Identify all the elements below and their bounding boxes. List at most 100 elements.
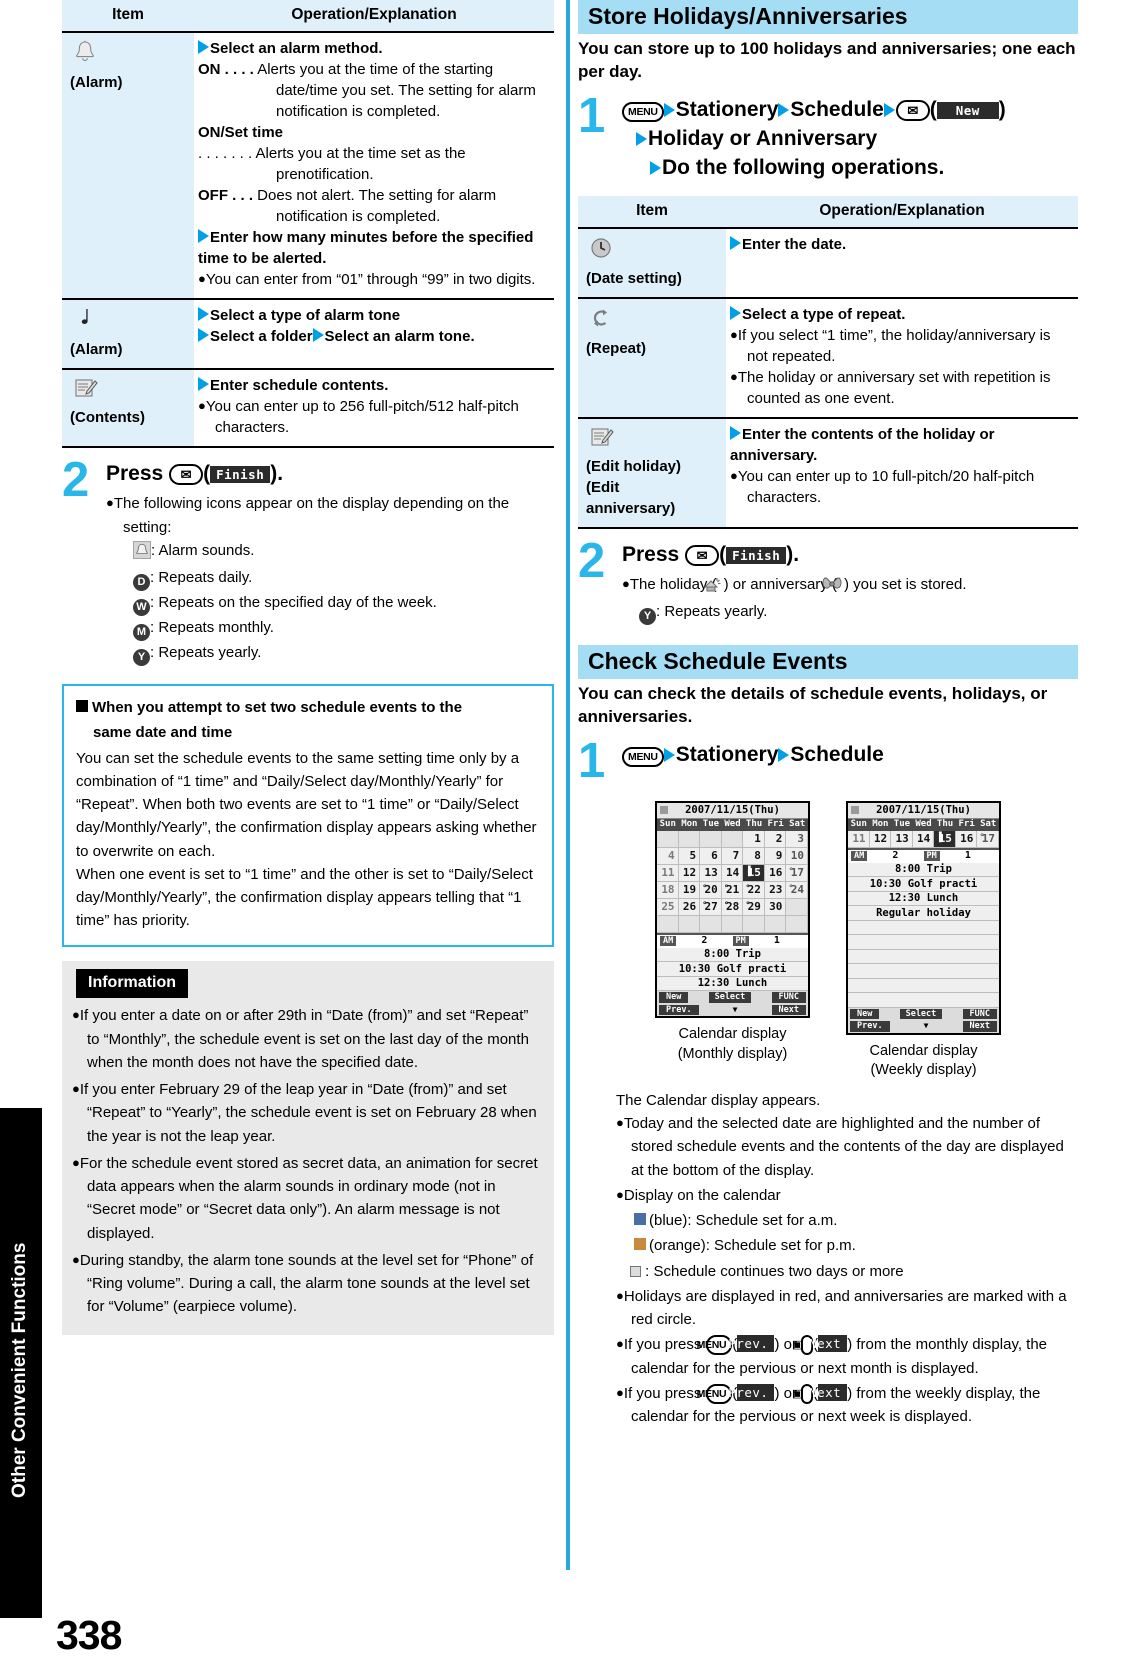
dow-fri: Fri xyxy=(767,819,784,830)
calendar-cell-empty[interactable] xyxy=(678,915,701,933)
calendar-cell[interactable]: ° 21 xyxy=(721,881,744,899)
calendar-cell[interactable]: ° 24 xyxy=(786,881,808,899)
bullet-dot: ● xyxy=(72,1251,80,1267)
softkey-prev[interactable]: Prev. xyxy=(659,1004,699,1016)
softkey-func[interactable]: FUNC xyxy=(962,1008,997,1020)
operation-cell-alarm-tone: Select a type of alarm tone Select a fol… xyxy=(194,299,554,370)
calendar-cell[interactable]: 14 xyxy=(721,864,744,882)
calendar-cell[interactable]: ° 17 xyxy=(977,830,999,848)
calendar-cell[interactable]: 10 xyxy=(786,847,808,865)
holiday-or-anniversary[interactable]: Holiday or Anniversary xyxy=(648,127,877,150)
softkey-new[interactable]: New xyxy=(659,992,689,1003)
softkey-next[interactable]: Next xyxy=(962,1021,997,1032)
op-term: ON/Set time xyxy=(198,124,284,141)
calendar-cell-empty[interactable] xyxy=(657,915,679,933)
crumb-schedule[interactable]: Schedule xyxy=(790,98,883,121)
calendar-cell[interactable]: ° 22 xyxy=(743,881,765,899)
softkey-finish[interactable]: Finish xyxy=(210,466,271,483)
calendar-grid-monthly[interactable]: 1 2 3 4 5 6 7 8 9 10 11 12 13 14 ▐ 15 16 ° 17 18 19 ° 20 ° 21 ° 22… xyxy=(657,830,808,933)
calendar-cell[interactable]: 5 xyxy=(678,847,701,865)
item-label-2: (Edit xyxy=(586,478,620,496)
calendar-cell-empty[interactable] xyxy=(743,915,765,933)
calendar-cell[interactable]: ▐ 15 xyxy=(743,864,765,882)
calendar-cell[interactable]: 3 xyxy=(786,830,808,848)
calendar-cell[interactable]: 2 xyxy=(764,830,787,848)
calendar-cell[interactable]: 26 xyxy=(678,898,701,916)
calendar-cell[interactable]: ° 28 xyxy=(721,898,744,916)
calendar-cell-empty[interactable] xyxy=(700,830,722,848)
softkey-select[interactable]: Select xyxy=(899,1008,943,1020)
schedule-event-item[interactable]: 8:00 Trip xyxy=(848,862,999,878)
crumb-stationery[interactable]: Stationery xyxy=(676,98,779,121)
item-label: (Repeat) xyxy=(586,339,647,357)
calendar-cell[interactable]: ▐ 15 xyxy=(934,830,956,848)
softkey-select[interactable]: Select xyxy=(708,992,752,1003)
event-list-weekly[interactable]: 8:00 Trip 10:30 Golf practi 12:30 Lunch Reg… xyxy=(848,862,999,1008)
crumb-stationery[interactable]: Stationery xyxy=(676,743,779,766)
schedule-event-item[interactable]: 12:30 Lunch xyxy=(848,891,999,907)
calendar-cell[interactable]: 12 xyxy=(678,864,701,882)
calendar-cell[interactable]: 8 xyxy=(743,847,765,865)
step-title: MENU Stationery Schedule ✉(New) xyxy=(622,96,1078,123)
menu-key-icon[interactable]: MENU xyxy=(622,101,664,122)
calendar-cell-empty[interactable] xyxy=(700,915,722,933)
calendar-cell[interactable]: 13 xyxy=(700,864,722,882)
memo-icon xyxy=(74,377,190,405)
softkey-next[interactable]: Next xyxy=(809,1383,848,1401)
calendar-cell[interactable]: 9 xyxy=(764,847,787,865)
arrow-icon xyxy=(198,40,209,54)
schedule-event-item[interactable]: 10:30 Golf practi xyxy=(657,962,808,977)
calendar-cell[interactable]: ° 20 xyxy=(700,881,722,899)
crumb-schedule[interactable]: Schedule xyxy=(790,743,883,766)
calendar-cell[interactable]: 6 xyxy=(700,847,722,865)
schedule-event-item[interactable]: Regular holiday xyxy=(848,906,999,921)
calendar-cell-empty[interactable] xyxy=(657,830,679,848)
calendar-cell[interactable]: ° 17 xyxy=(786,864,808,882)
calendar-cell[interactable]: 7 xyxy=(721,847,744,865)
calendar-cell-empty[interactable] xyxy=(678,830,701,848)
calendar-cell[interactable]: 30 xyxy=(764,898,787,916)
menu-key-icon[interactable]: MENU xyxy=(622,747,664,768)
calendar-cell[interactable]: 1 xyxy=(743,830,765,848)
softkey-prev[interactable]: Prev. xyxy=(728,1383,775,1401)
icon-desc: : Repeats on the specified day of the we… xyxy=(150,594,437,612)
calendar-cell-empty[interactable] xyxy=(721,830,744,848)
schedule-event-item[interactable]: 12:30 Lunch xyxy=(657,976,808,992)
schedule-event-item[interactable]: 10:30 Golf practi xyxy=(848,877,999,892)
event-list-monthly[interactable]: 8:00 Trip 10:30 Golf practi 12:30 Lunch xyxy=(657,947,808,992)
calendar-cell[interactable]: 25 xyxy=(657,898,679,916)
calendar-cell[interactable]: ° 29 xyxy=(743,898,765,916)
explanation-item: ●Today and the selected date are highlig… xyxy=(616,1115,1064,1179)
item-label: (Alarm) xyxy=(70,341,123,358)
calendar-cell[interactable]: 16 xyxy=(955,830,978,848)
calendar-cell[interactable]: 13 xyxy=(891,830,913,848)
softkey-next[interactable]: Next xyxy=(809,1335,848,1353)
calendar-cell[interactable]: 11 xyxy=(657,864,679,882)
pm-count: 1 xyxy=(964,850,971,862)
softkey-prev[interactable]: Prev. xyxy=(728,1335,775,1353)
calendar-cell[interactable]: 16 xyxy=(764,864,787,882)
calendar-cell[interactable]: 4 xyxy=(657,847,679,865)
softkey-new[interactable]: New xyxy=(936,101,999,119)
calendar-cell-empty[interactable] xyxy=(721,915,744,933)
calendar-cell[interactable]: ° 27 xyxy=(700,898,722,916)
memo-icon xyxy=(590,426,722,454)
calendar-grid-weekly[interactable]: 11 12 13 14 ▐ 15 16 ° 17 xyxy=(848,830,999,848)
calendar-cell-empty[interactable] xyxy=(786,898,808,916)
calendar-cell[interactable]: 14 xyxy=(912,830,935,848)
calendar-cell[interactable]: 11 xyxy=(848,830,870,848)
section-heading-store-holidays: Store Holidays/Anniversaries xyxy=(578,0,1078,34)
calendar-cell[interactable]: 18 xyxy=(657,881,679,899)
softkey-new[interactable]: New xyxy=(850,1008,880,1020)
calendar-cell-empty[interactable] xyxy=(764,915,787,933)
softkey-func[interactable]: FUNC xyxy=(771,992,806,1003)
schedule-event-item[interactable]: 8:00 Trip xyxy=(657,947,808,963)
calendar-cell[interactable]: 19 xyxy=(678,881,701,899)
calendar-cell[interactable]: 23 xyxy=(764,881,787,899)
softkey-prev[interactable]: Prev. xyxy=(850,1021,890,1032)
calendar-cell[interactable]: 12 xyxy=(869,830,892,848)
softkey-finish[interactable]: Finish xyxy=(726,546,787,564)
envelope-key-icon: ✉ xyxy=(169,464,204,485)
calendar-cell-empty[interactable] xyxy=(786,915,808,933)
softkey-next[interactable]: Next xyxy=(771,1004,806,1016)
